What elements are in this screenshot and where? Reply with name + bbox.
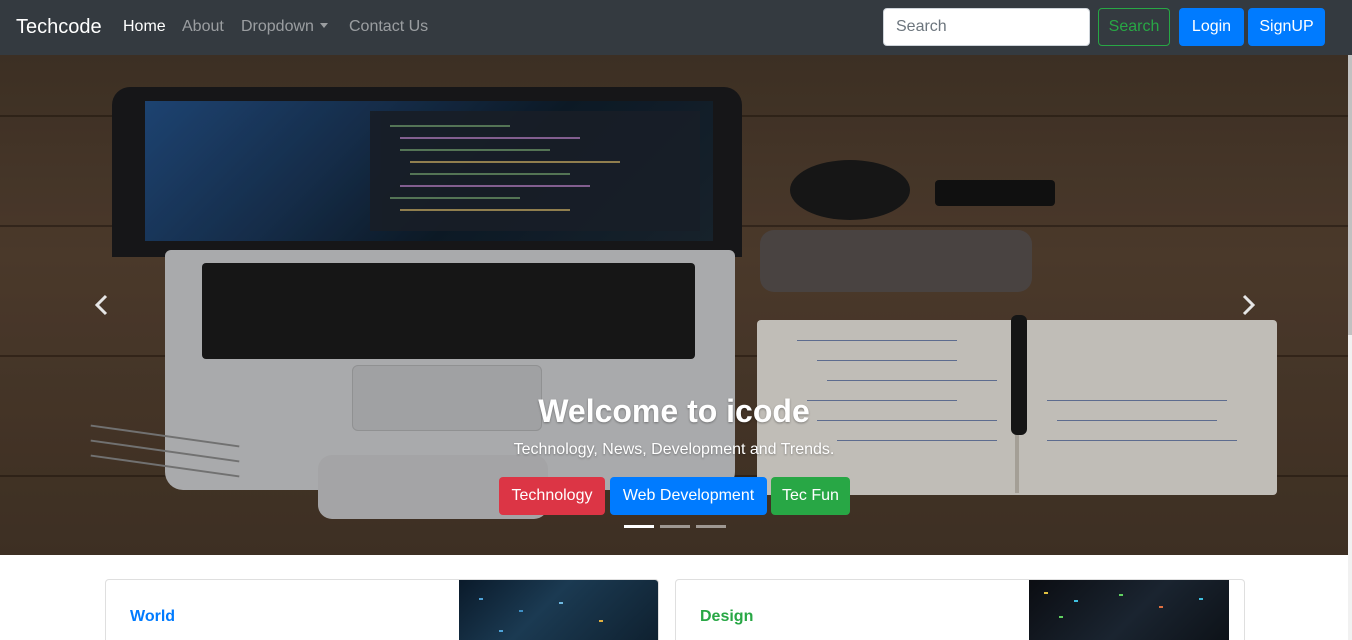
hero-title: Welcome to icode <box>538 393 810 429</box>
signup-button[interactable]: SignUP <box>1248 8 1325 46</box>
thumbnail-detail <box>1074 600 1078 602</box>
carousel-next-button[interactable] <box>1238 293 1258 317</box>
carousel-indicator-1[interactable] <box>624 525 654 528</box>
card-world: World <box>105 579 659 640</box>
card-thumbnail <box>1029 580 1229 640</box>
nav-dropdown-label: Dropdown <box>241 18 314 35</box>
thumbnail-detail <box>499 630 503 632</box>
card-category: Design <box>700 608 754 625</box>
thumbnail-detail <box>519 610 523 612</box>
thumbnail-detail <box>1119 594 1123 596</box>
nav-link-about[interactable]: About <box>182 17 224 37</box>
thumbnail-detail <box>1159 606 1163 608</box>
carousel-indicator-3[interactable] <box>696 525 726 528</box>
caret-down-icon <box>319 23 328 28</box>
chevron-left-icon <box>94 294 108 316</box>
thumbnail-detail <box>559 602 563 604</box>
chevron-right-icon <box>1242 294 1256 316</box>
nav-dropdown-toggle[interactable]: Dropdown <box>241 17 328 37</box>
page-scrollbar[interactable] <box>1348 55 1352 640</box>
brand-logo[interactable]: Techcode <box>16 14 102 41</box>
search-input[interactable] <box>883 8 1090 46</box>
carousel-indicator-2[interactable] <box>660 525 690 528</box>
web-development-button[interactable]: Web Development <box>610 477 767 515</box>
login-button[interactable]: Login <box>1179 8 1244 46</box>
thumbnail-detail <box>1059 616 1063 618</box>
card-category: World <box>130 608 176 625</box>
tec-fun-button[interactable]: Tec Fun <box>771 477 850 515</box>
card-design: Design <box>675 579 1245 640</box>
nav-link-home[interactable]: Home <box>123 17 166 37</box>
carousel-prev-button[interactable] <box>92 293 112 317</box>
hero-carousel: Welcome to icode Technology, News, Devel… <box>0 55 1348 555</box>
thumbnail-detail <box>1199 598 1203 600</box>
thumbnail-detail <box>1044 592 1048 594</box>
hero-subtitle: Technology, News, Development and Trends… <box>513 441 835 458</box>
card-thumbnail <box>459 580 658 640</box>
search-button[interactable]: Search <box>1098 8 1170 46</box>
scrollbar-thumb[interactable] <box>1348 55 1352 335</box>
thumbnail-detail <box>479 598 483 600</box>
thumbnail-detail <box>599 620 603 622</box>
nav-link-contact[interactable]: Contact Us <box>349 17 428 37</box>
technology-button[interactable]: Technology <box>499 477 605 515</box>
navbar: Techcode Home About Dropdown Contact Us … <box>0 0 1352 55</box>
